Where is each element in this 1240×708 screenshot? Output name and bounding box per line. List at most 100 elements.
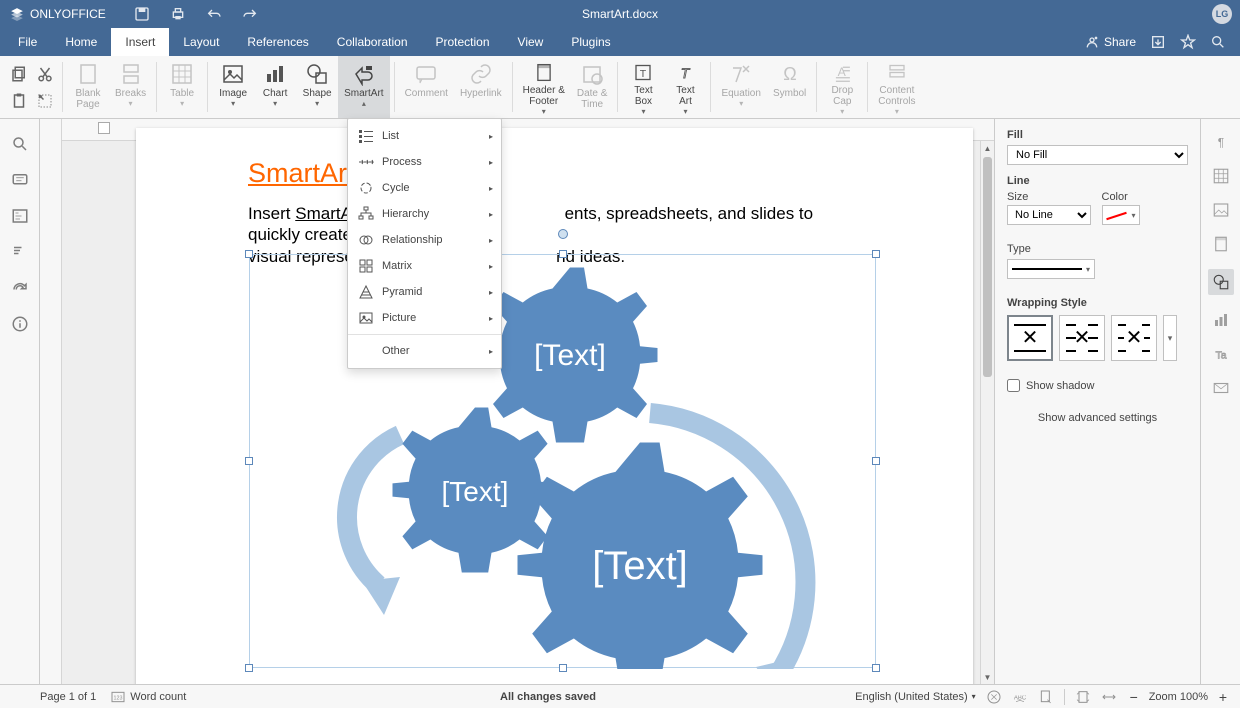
smartart-other[interactable]: Other▸	[348, 338, 501, 364]
copy-icon[interactable]	[10, 65, 28, 83]
date-time-button[interactable]: Date & Time	[571, 56, 614, 118]
user-avatar[interactable]: LG	[1212, 4, 1232, 24]
save-icon[interactable]	[134, 6, 150, 22]
rotate-handle[interactable]	[558, 229, 568, 239]
table-button[interactable]: Table▾	[161, 56, 203, 118]
resize-handle-nw[interactable]	[245, 250, 253, 258]
fill-select[interactable]: No Fill	[1007, 145, 1188, 165]
resize-handle-sw[interactable]	[245, 664, 253, 672]
gear-text-3[interactable]: [Text]	[592, 544, 688, 588]
search-icon[interactable]	[1210, 34, 1226, 50]
shape-button[interactable]: Shape▾	[296, 56, 338, 118]
resize-handle-w[interactable]	[245, 457, 253, 465]
chart-button[interactable]: Chart▾	[254, 56, 296, 118]
wrap-inline[interactable]: ✕	[1007, 315, 1053, 361]
smartart-hierarchy[interactable]: Hierarchy▸	[348, 201, 501, 227]
smartart-picture[interactable]: Picture▸	[348, 305, 501, 331]
image-settings-icon[interactable]	[1212, 201, 1230, 219]
about-icon[interactable]	[11, 315, 29, 333]
smartart-button[interactable]: SmartArt▴	[338, 56, 389, 118]
favorite-icon[interactable]	[1180, 34, 1196, 50]
smartart-pyramid[interactable]: Pyramid▸	[348, 279, 501, 305]
content-controls-button[interactable]: Content Controls▾	[872, 56, 921, 118]
blank-page-button[interactable]: Blank Page	[67, 56, 109, 118]
paste-icon[interactable]	[10, 92, 28, 110]
page-indicator[interactable]: Page 1 of 1	[40, 691, 96, 703]
tab-view[interactable]: View	[504, 28, 558, 56]
feedback-icon[interactable]	[11, 279, 29, 297]
tab-collaboration[interactable]: Collaboration	[323, 28, 422, 56]
header-footer-button[interactable]: Header & Footer▾	[517, 56, 571, 118]
page[interactable]: SmartArt g Insert SmartArt ele XXXXXXXXX…	[136, 128, 973, 684]
gear-text-2[interactable]: [Text]	[442, 476, 509, 507]
gear-text-1[interactable]: [Text]	[534, 339, 606, 372]
wrap-square[interactable]: ✕	[1059, 315, 1105, 361]
scroll-up[interactable]: ▲	[981, 141, 994, 155]
fit-page-icon[interactable]	[1075, 689, 1091, 705]
header-settings-icon[interactable]	[1212, 235, 1230, 253]
vertical-scrollbar[interactable]: ▲ ▼	[980, 141, 994, 684]
chat-icon[interactable]	[11, 243, 29, 261]
wrap-more[interactable]: ▾	[1163, 315, 1177, 361]
tab-home[interactable]: Home	[51, 28, 111, 56]
scroll-down[interactable]: ▼	[981, 670, 994, 684]
redo-icon[interactable]	[242, 6, 258, 22]
tab-file[interactable]: File	[4, 28, 51, 56]
find-icon[interactable]	[11, 135, 29, 153]
tab-layout[interactable]: Layout	[169, 28, 233, 56]
smartart-process[interactable]: Process▸	[348, 149, 501, 175]
comment-button[interactable]: Comment	[399, 56, 454, 118]
tab-insert[interactable]: Insert	[111, 28, 169, 56]
breaks-button[interactable]: Breaks▾	[109, 56, 152, 118]
undo-icon[interactable]	[206, 6, 222, 22]
textart-settings-icon[interactable]: Ta	[1212, 345, 1230, 363]
zoom-out[interactable]: −	[1127, 689, 1141, 705]
headings-icon[interactable]	[11, 207, 29, 225]
comments-icon[interactable]	[11, 171, 29, 189]
zoom-in[interactable]: +	[1216, 689, 1230, 705]
advanced-settings-link[interactable]: Show advanced settings	[1007, 412, 1188, 424]
track-changes-icon[interactable]	[1038, 689, 1054, 705]
mail-merge-icon[interactable]	[1212, 379, 1230, 397]
hyperlink-button[interactable]: Hyperlink	[454, 56, 508, 118]
symbol-button[interactable]: Ω Symbol	[767, 56, 812, 118]
doc-lang-icon[interactable]: ABC	[1012, 689, 1028, 705]
table-settings-icon[interactable]	[1212, 167, 1230, 185]
language-selector[interactable]: English (United States)▾	[855, 691, 976, 703]
print-icon[interactable]	[170, 6, 186, 22]
word-count-button[interactable]: 123 Word count	[110, 689, 186, 705]
shape-settings-icon[interactable]	[1208, 269, 1234, 295]
resize-handle-n[interactable]	[559, 250, 567, 258]
vertical-ruler[interactable]	[40, 119, 62, 684]
line-color-select[interactable]: ▾	[1102, 205, 1140, 225]
chart-settings-icon[interactable]	[1212, 311, 1230, 329]
ruler-corner[interactable]	[98, 122, 110, 134]
resize-handle-e[interactable]	[872, 457, 880, 465]
line-size-select[interactable]: No Line	[1007, 205, 1091, 225]
smartart-list[interactable]: List▸	[348, 123, 501, 149]
cut-icon[interactable]	[36, 65, 54, 83]
tab-protection[interactable]: Protection	[422, 28, 504, 56]
smartart-gears[interactable]: [Text] [Text] [Text]	[250, 255, 877, 669]
drop-cap-button[interactable]: A Drop Cap▾	[821, 56, 863, 118]
paragraph-settings-icon[interactable]: ¶	[1212, 133, 1230, 151]
open-location-icon[interactable]	[1150, 34, 1166, 50]
equation-button[interactable]: Equation▾	[715, 56, 766, 118]
select-all-icon[interactable]	[36, 92, 54, 110]
text-art-button[interactable]: T Text Art▾	[664, 56, 706, 118]
document-heading[interactable]: SmartArt g	[248, 158, 861, 189]
tab-plugins[interactable]: Plugins	[557, 28, 624, 56]
smartart-object[interactable]: [Text] [Text] [Text]	[249, 254, 876, 668]
resize-handle-s[interactable]	[559, 664, 567, 672]
line-type-select[interactable]: ▾	[1007, 259, 1095, 279]
smartart-matrix[interactable]: Matrix▸	[348, 253, 501, 279]
smartart-relationship[interactable]: Relationship▸	[348, 227, 501, 253]
zoom-level[interactable]: Zoom 100%	[1149, 691, 1208, 703]
resize-handle-se[interactable]	[872, 664, 880, 672]
fit-width-icon[interactable]	[1101, 689, 1117, 705]
image-button[interactable]: Image▾	[212, 56, 254, 118]
share-button[interactable]: Share	[1084, 34, 1136, 50]
smartart-cycle[interactable]: Cycle▸	[348, 175, 501, 201]
tab-references[interactable]: References	[233, 28, 322, 56]
wrap-tight[interactable]: ✕	[1111, 315, 1157, 361]
